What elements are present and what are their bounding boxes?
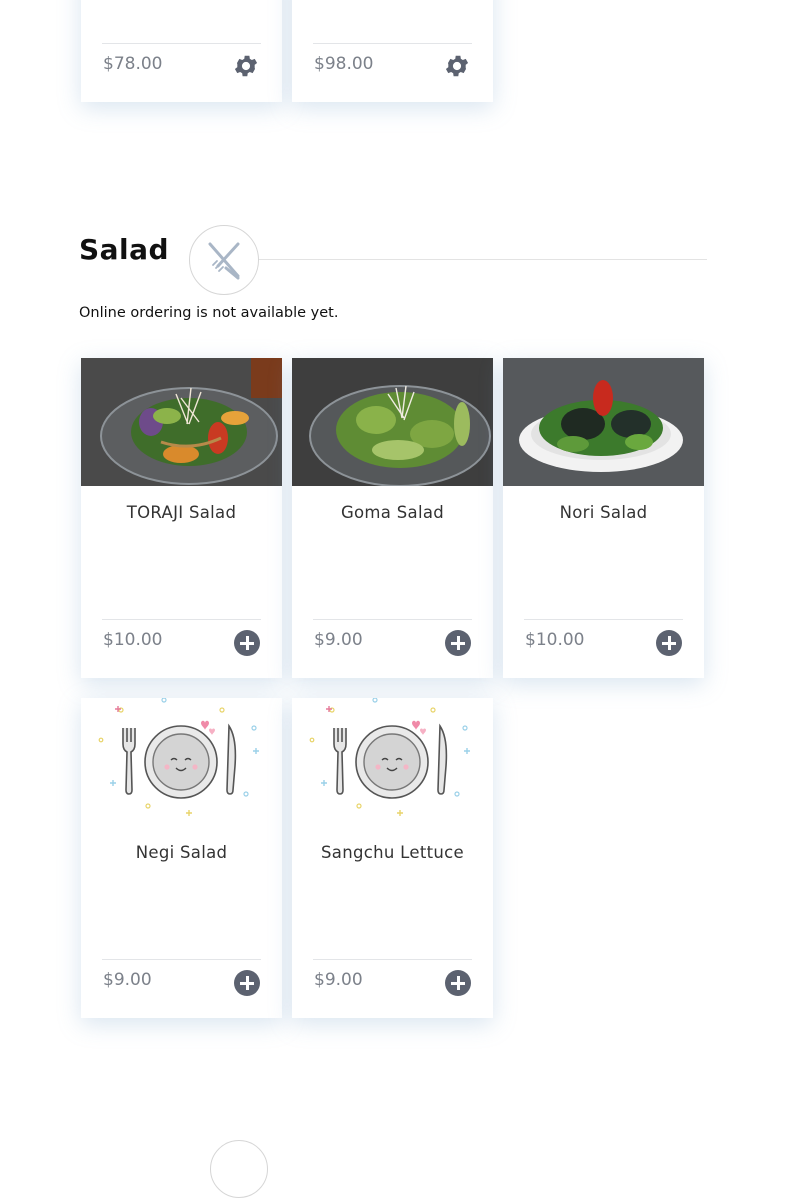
item-name: TORAJI Salad [126, 503, 237, 522]
add-to-cart-button[interactable] [445, 970, 471, 996]
menu-card-negi-salad[interactable]: Negi Salad $9.00 [81, 698, 282, 1018]
item-price: $9.00 [103, 970, 152, 990]
card-divider [102, 43, 261, 44]
card-divider [313, 959, 472, 960]
add-to-cart-button[interactable] [656, 630, 682, 656]
menu-card-prev-2[interactable]: $98.00 [292, 0, 493, 102]
add-to-cart-button[interactable] [445, 630, 471, 656]
plate-placeholder-illustration [81, 698, 282, 826]
menu-card-goma-salad[interactable]: Goma Salad $9.00 [292, 358, 493, 678]
item-name: Nori Salad [559, 503, 648, 522]
item-price: $78.00 [103, 54, 163, 74]
card-divider [524, 619, 683, 620]
section-title: Salad [79, 233, 170, 266]
item-name: Sangchu Lettuce [321, 843, 464, 862]
item-price: $10.00 [103, 630, 163, 650]
item-name: Goma Salad [340, 503, 445, 522]
item-price: $98.00 [314, 54, 374, 74]
plate-placeholder-illustration [292, 698, 493, 826]
add-to-cart-button[interactable] [234, 970, 260, 996]
nori-salad-photo [503, 358, 704, 486]
item-price: $10.00 [525, 630, 585, 650]
section-divider [259, 259, 707, 260]
add-to-cart-button[interactable] [234, 630, 260, 656]
card-divider [313, 43, 472, 44]
next-section-badge [210, 1140, 268, 1198]
card-divider [102, 619, 261, 620]
fork-knife-icon [208, 242, 240, 280]
item-price: $9.00 [314, 630, 363, 650]
section-badge [189, 225, 259, 295]
toraji-salad-photo [81, 358, 282, 486]
item-price: $9.00 [314, 970, 363, 990]
gear-icon[interactable] [232, 52, 260, 80]
goma-salad-photo [292, 358, 493, 486]
menu-card-sangchu-lettuce[interactable]: Sangchu Lettuce $9.00 [292, 698, 493, 1018]
ordering-notice: Online ordering is not available yet. [79, 305, 339, 321]
card-divider [102, 959, 261, 960]
menu-card-prev-1[interactable]: $78.00 [81, 0, 282, 102]
item-name: Negi Salad [135, 843, 228, 862]
menu-card-nori-salad[interactable]: Nori Salad $10.00 [503, 358, 704, 678]
card-divider [313, 619, 472, 620]
gear-icon[interactable] [443, 52, 471, 80]
menu-card-toraji-salad[interactable]: TORAJI Salad $10.00 [81, 358, 282, 678]
